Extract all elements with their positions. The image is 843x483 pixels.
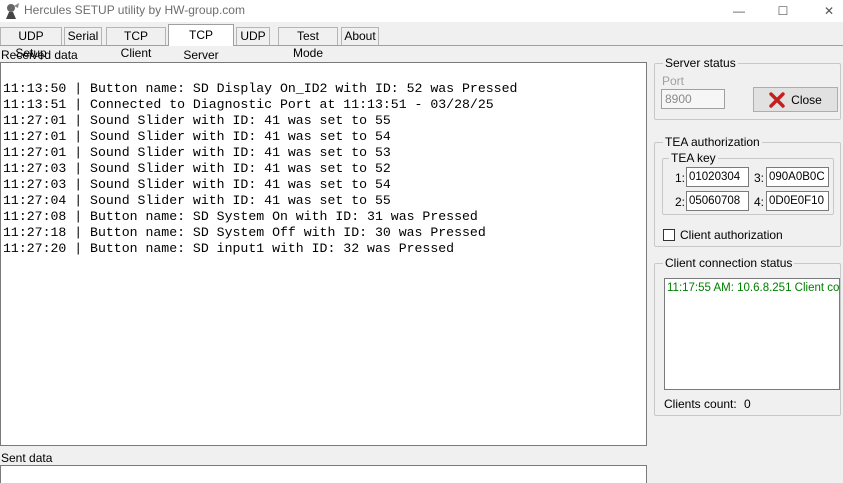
sent-data-area[interactable] — [0, 465, 647, 483]
close-server-button[interactable]: Close — [753, 87, 838, 112]
tab-divider — [0, 45, 843, 46]
hercules-app-icon — [6, 3, 19, 19]
tea-key-4-label: 4: — [754, 195, 765, 209]
received-line: 11:27:20 | Button name: SD input1 with I… — [3, 241, 455, 256]
received-line: 11:27:08 | Button name: SD System On wit… — [3, 209, 478, 224]
received-line: 11:27:01 | Sound Slider with ID: 41 was … — [3, 145, 391, 160]
tab-serial[interactable]: Serial — [64, 27, 102, 46]
window-close-button[interactable]: ✕ — [806, 0, 843, 22]
minimize-button[interactable]: — — [716, 0, 762, 22]
tea-key-1-label: 1: — [675, 171, 686, 185]
tab-strip: UDP Setup Serial TCP Client TCP Server U… — [0, 24, 843, 62]
client-authorization-label[interactable]: Client authorization — [680, 228, 783, 242]
received-line: 11:27:04 | Sound Slider with ID: 41 was … — [3, 193, 391, 208]
tab-tcp-client[interactable]: TCP Client — [106, 27, 166, 60]
minimize-icon: — — [733, 4, 745, 18]
maximize-icon: ☐ — [777, 4, 789, 18]
tab-about[interactable]: About — [341, 27, 379, 46]
tea-authorization-legend: TEA authorization — [663, 135, 762, 149]
close-icon: ✕ — [823, 4, 835, 18]
tea-key-1-input[interactable]: 01020304 — [686, 167, 749, 187]
received-data-area[interactable]: 11:13:50 | Button name: SD Display On_ID… — [0, 62, 647, 446]
tab-test-mode[interactable]: Test Mode — [278, 27, 338, 60]
received-line: 11:27:01 | Sound Slider with ID: 41 was … — [3, 113, 391, 128]
tea-key-3-label: 3: — [754, 171, 765, 185]
tea-key-2-label: 2: — [675, 195, 686, 209]
tea-key-4-input[interactable]: 0D0E0F10 — [766, 191, 829, 211]
tea-key-legend: TEA key — [669, 151, 718, 165]
client-authorization-checkbox[interactable] — [663, 229, 675, 241]
received-line: 11:27:01 | Sound Slider with ID: 41 was … — [3, 129, 391, 144]
red-x-icon — [769, 91, 785, 108]
tab-udp[interactable]: UDP — [236, 27, 270, 46]
received-line: 11:27:03 | Sound Slider with ID: 41 was … — [3, 161, 391, 176]
tab-tcp-server[interactable]: TCP Server — [168, 24, 234, 62]
received-line: 11:27:03 | Sound Slider with ID: 41 was … — [3, 177, 391, 192]
clients-count: Clients count: 0 — [664, 397, 751, 411]
tea-key-3-input[interactable]: 090A0B0C — [766, 167, 829, 187]
maximize-button[interactable]: ☐ — [760, 0, 806, 22]
close-server-label: Close — [791, 92, 822, 107]
window-title: Hercules SETUP utility by HW-group.com — [24, 3, 245, 17]
server-status-legend: Server status — [663, 56, 738, 70]
client-connection-status-legend: Client connection status — [663, 256, 795, 270]
clients-count-value: 0 — [744, 397, 751, 411]
client-connection-entry: 11:17:55 AM: 10.6.8.251 Client connected — [667, 282, 840, 294]
received-line: 11:27:18 | Button name: SD System Off wi… — [3, 225, 486, 240]
sent-data-label: Sent data — [1, 451, 53, 465]
received-data-label: Received data — [1, 48, 78, 62]
received-line: 11:13:51 | Connected to Diagnostic Port … — [3, 97, 494, 112]
client-connection-list[interactable]: 11:17:55 AM: 10.6.8.251 Client connected — [664, 278, 840, 390]
tab-udp-setup[interactable]: UDP Setup — [0, 27, 62, 60]
title-bar[interactable]: Hercules SETUP utility by HW-group.com —… — [0, 0, 843, 22]
clients-count-label: Clients count: — [664, 397, 737, 411]
port-label: Port — [662, 74, 685, 88]
received-line: 11:13:50 | Button name: SD Display On_ID… — [3, 81, 518, 96]
tea-key-2-input[interactable]: 05060708 — [686, 191, 749, 211]
port-input[interactable]: 8900 — [661, 89, 725, 109]
